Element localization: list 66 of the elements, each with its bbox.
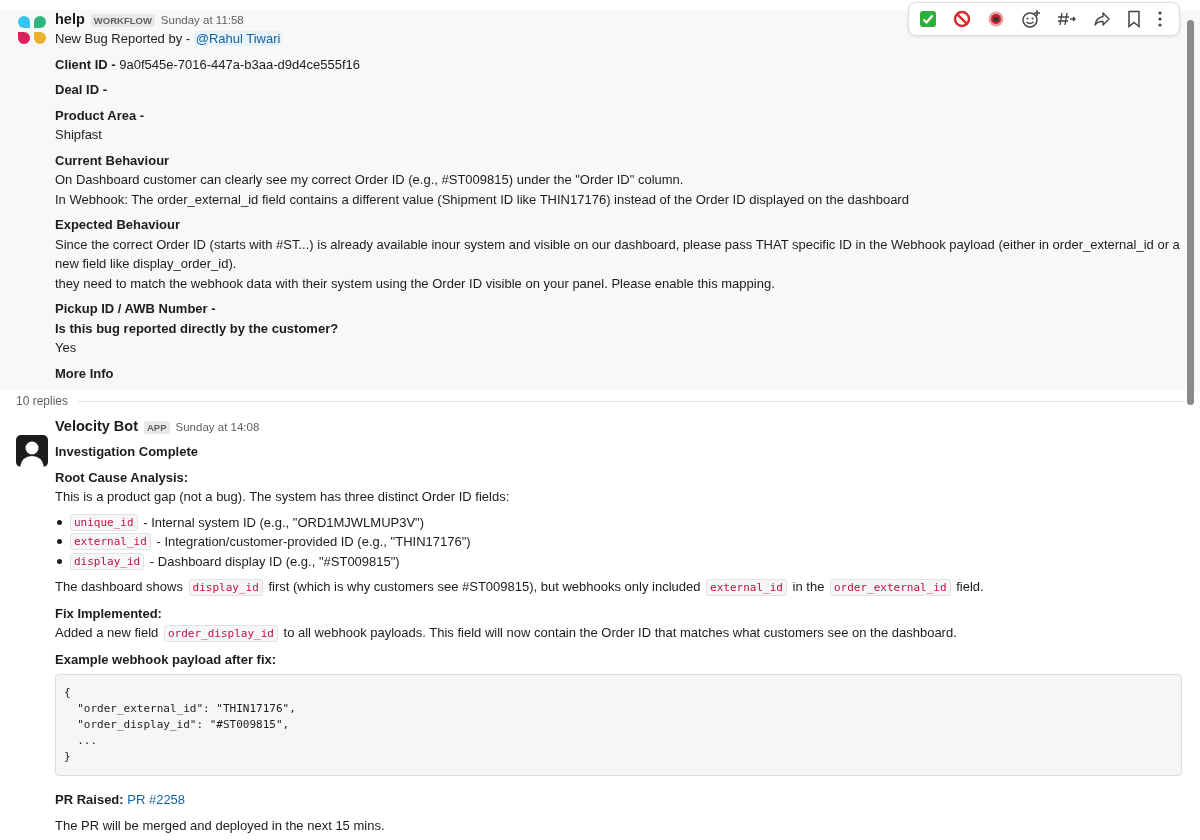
field-text: Client ID - 9a0f545e-7016-447a-b3aa-d9d4ce555f16 (55, 55, 361, 74)
code-line: { (64, 685, 72, 701)
message-text: field. (955, 579, 984, 594)
section-heading: Example webhook payload after fix: (55, 650, 278, 669)
message-text: On Dashboard customer can clearly see my correct Order ID (e.g., #ST009815) under the "Order ID" column. (55, 171, 685, 189)
code-line: "order_display_id": "#ST009815", (76, 717, 291, 733)
timestamp[interactable]: Sunday at 11:58 (160, 14, 244, 26)
inline-code: unique_id (70, 513, 138, 531)
message-text: The dashboard shows (55, 579, 184, 594)
field-label: Expected Behaviour (55, 216, 181, 234)
pr-link[interactable]: PR #2258 (127, 792, 186, 807)
code-line: ... (76, 733, 99, 749)
field-label: Is this bug reported directly by the customer? (55, 319, 340, 338)
field-label: PR Raised: (55, 792, 125, 807)
section-heading: Fix Implemented: (55, 604, 163, 623)
replies-count[interactable]: 10 replies (16, 394, 69, 408)
no-entry-icon[interactable] (953, 10, 971, 28)
message-text: they need to match the webhook data with their system using the Order ID visible on your panel. Please enable this mapping. (55, 274, 776, 293)
message-text: The PR will be merged and deployed in the next 15 mins. (55, 816, 386, 835)
field-label: More Info (55, 364, 115, 383)
record-button-icon[interactable] (987, 10, 1005, 28)
message-text: Yes (55, 339, 78, 357)
message-text: This is a product gap (not a bug). The system has three distinct Order ID fields: (55, 488, 511, 506)
message-text: first (which is why customers see #ST009815), but webhooks only included (267, 579, 702, 594)
inline-code: external_id (706, 579, 787, 596)
bookmark-icon[interactable] (1127, 10, 1141, 28)
user-avatar-icon[interactable] (16, 435, 48, 467)
hashtag-arrow-icon[interactable] (1057, 10, 1077, 28)
section-heading: Investigation Complete (55, 443, 200, 461)
message-text: in the (791, 579, 826, 594)
inline-code: display_id (188, 579, 263, 596)
code-line: "order_external_id": "THIN17176", (76, 701, 297, 717)
user-mention[interactable]: @Rahul Tiwari (193, 31, 283, 46)
message-text: Added a new field (55, 625, 160, 640)
field-label: Pickup ID / AWB Number - (55, 300, 217, 318)
scrollbar[interactable] (1187, 20, 1194, 405)
inline-code: external_id (70, 533, 151, 551)
message-text: In Webhook: The order_external_id field contains a different value (Shipment ID like THIN17176) instead of the Order ID displayed on the dashboard (55, 190, 910, 209)
section-heading: Root Cause Analysis: (55, 468, 190, 487)
bullet-dot (57, 519, 62, 525)
bullet-dot (57, 539, 62, 545)
bullet-dot (57, 558, 62, 564)
field-label: Current Behaviour (55, 151, 171, 170)
sender-name[interactable]: help (55, 11, 85, 27)
more-options-icon[interactable] (1157, 10, 1163, 28)
message-text: Since the correct Order ID (starts with #ST...) is already available inour system and visible on our dashboard, please pass THAT specific ID in the Webhook payload (either in order_external_id or a new field like display_order_id). (55, 235, 1181, 273)
message-text: Shipfast (55, 126, 103, 144)
app-badge: APP (144, 421, 170, 434)
message-text: - Internal system ID (e.g., "ORD1MJWLMUP3V") (142, 514, 425, 530)
field-label: Product Area - (55, 106, 146, 125)
inline-code: display_id (70, 552, 145, 570)
message-text: to all webhook payloads. This field will now contain the Order ID that matches what customers see on the dashboard. (282, 625, 957, 640)
workflow-avatar-icon (16, 14, 48, 46)
message-text: New Bug Reported by - (55, 31, 192, 46)
add-reaction-icon[interactable] (1021, 9, 1041, 29)
message-text: - Integration/customer-provided ID (e.g., "THIN17176") (155, 534, 471, 550)
inline-code: order_external_id (830, 579, 951, 596)
field-label: Deal ID - (55, 81, 108, 99)
share-arrow-icon[interactable] (1093, 10, 1111, 28)
timestamp[interactable]: Sunday at 14:08 (175, 421, 260, 433)
sender-name[interactable]: Velocity Bot (55, 418, 138, 434)
message-text: - Dashboard display ID (e.g., "#ST009815") (148, 553, 400, 569)
code-line: } (64, 749, 72, 765)
inline-code: order_display_id (163, 625, 278, 642)
workflow-badge: WORKFLOW (90, 14, 155, 27)
checkmark-icon[interactable] (919, 10, 937, 28)
